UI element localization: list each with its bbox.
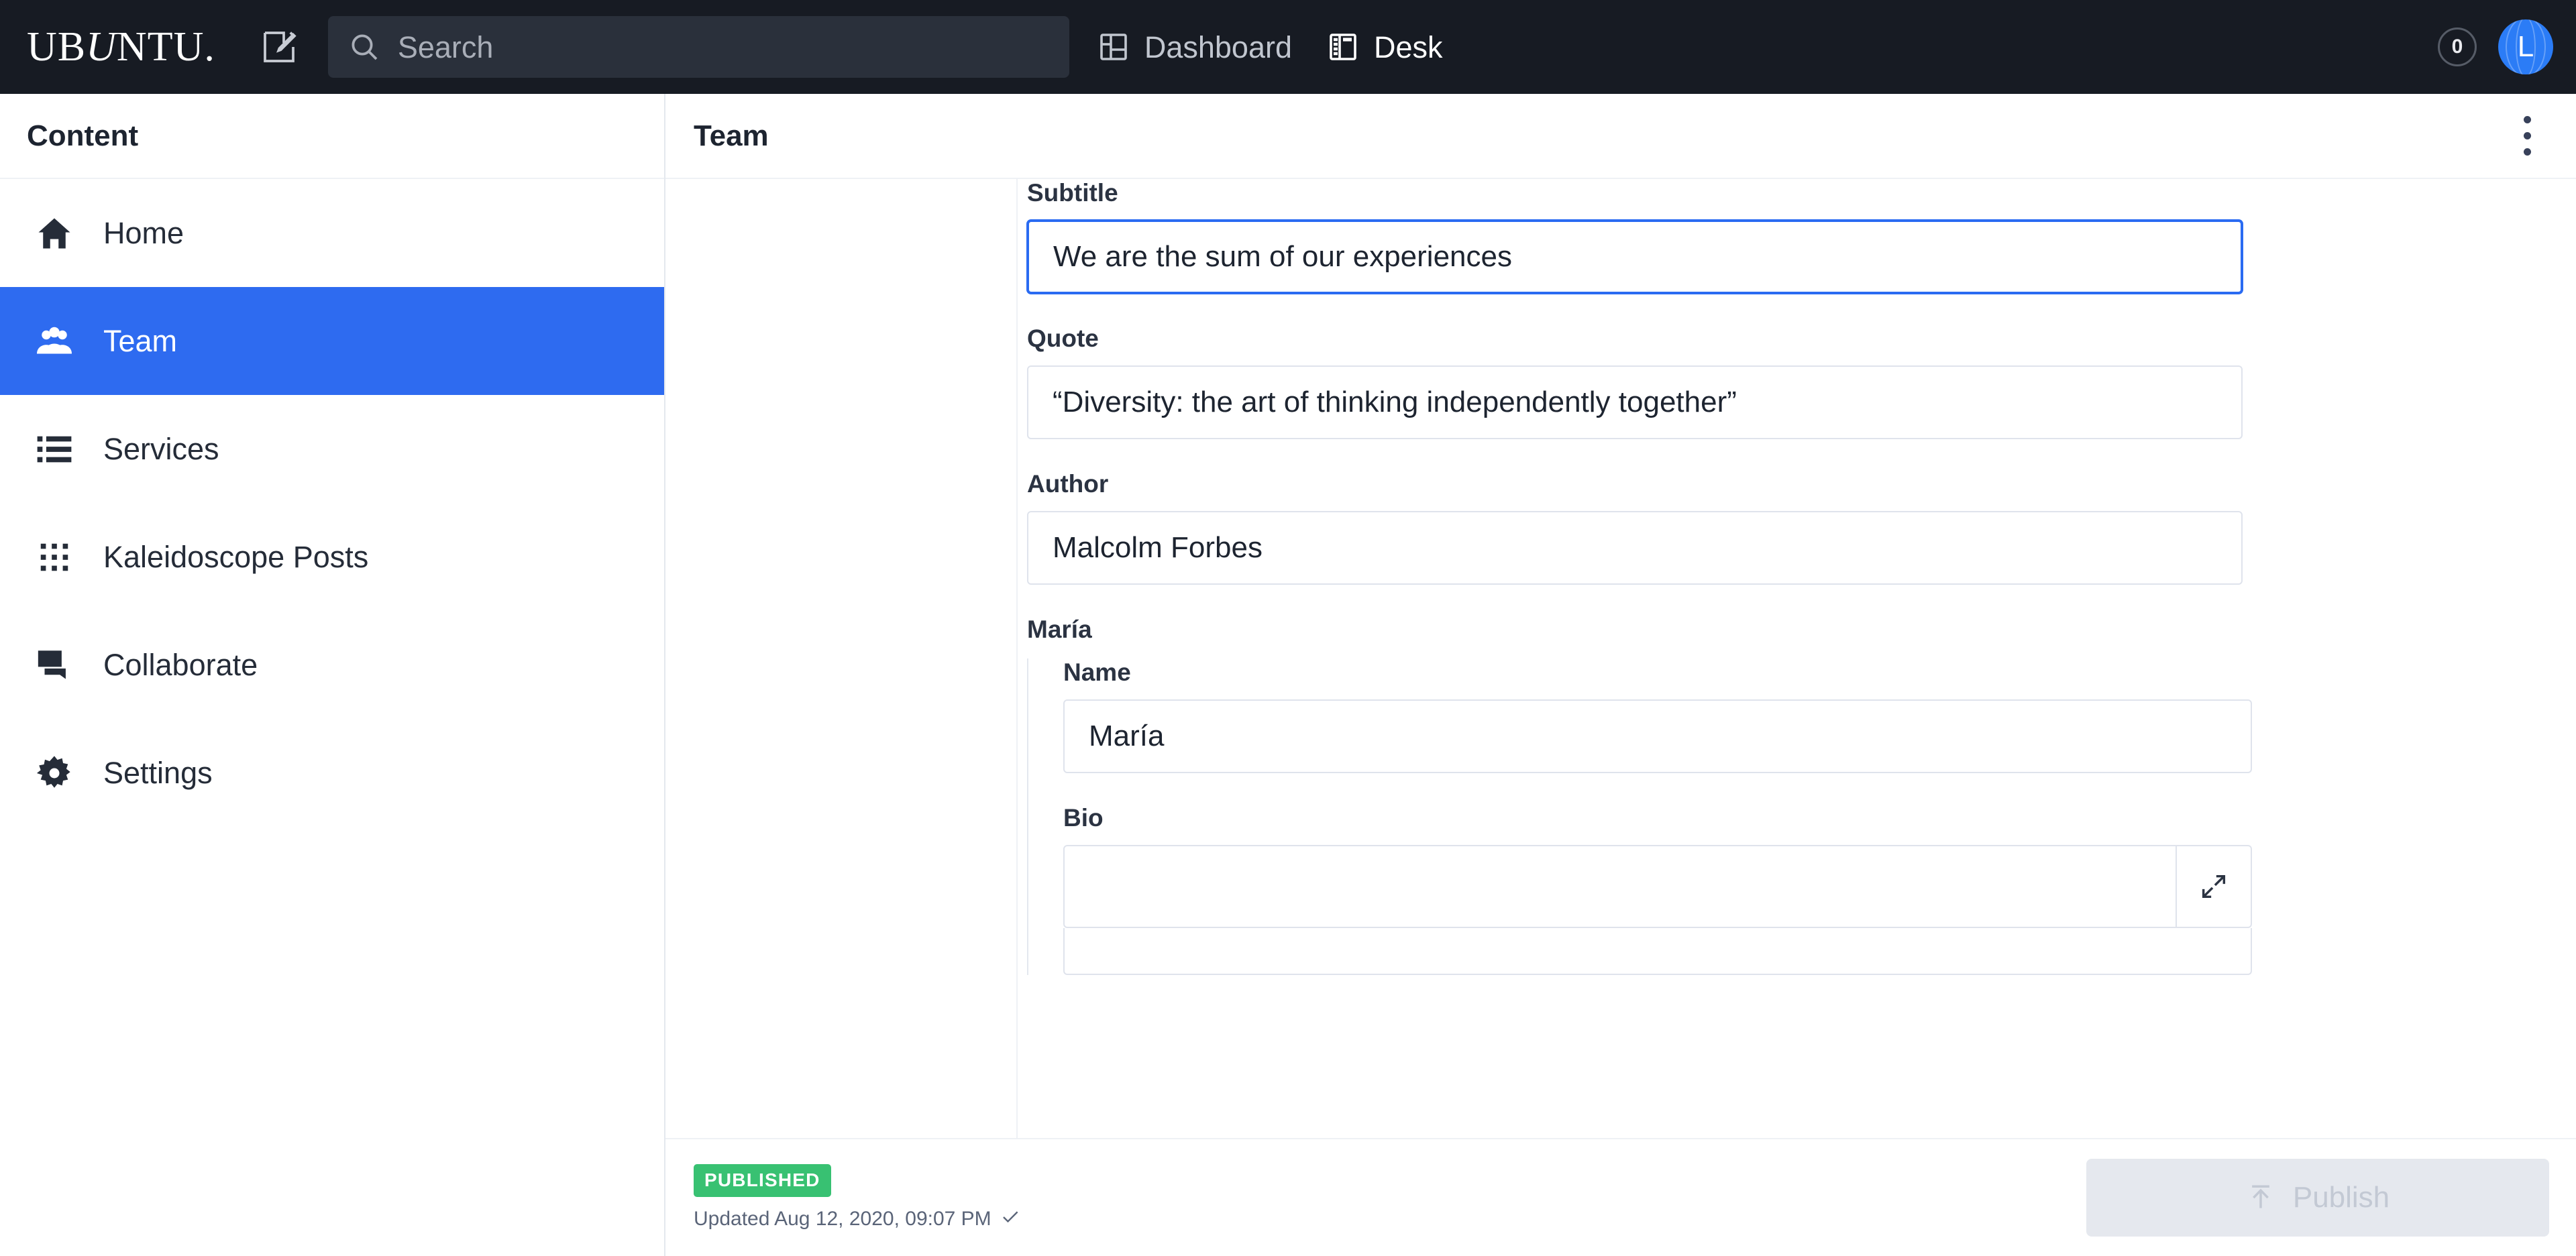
nav-desk-label: Desk	[1374, 30, 1443, 64]
sidebar-item-collaborate[interactable]: Collaborate	[0, 611, 664, 719]
sidebar-item-team-label: Team	[103, 323, 178, 358]
publish-button-label: Publish	[2292, 1181, 2390, 1214]
search-icon	[348, 31, 380, 63]
status-updated[interactable]: Updated Aug 12, 2020, 09:07 PM	[694, 1206, 1020, 1232]
grid-dots-icon	[32, 535, 76, 579]
notification-badge[interactable]: 0	[2438, 27, 2477, 66]
field-name-input[interactable]: María	[1063, 699, 2252, 773]
group-maria: Name María Bio	[1027, 659, 2576, 975]
field-quote-input[interactable]: “Diversity: the art of thinking independ…	[1027, 365, 2243, 439]
list-bullets-icon	[32, 427, 76, 471]
field-author-input[interactable]: Malcolm Forbes	[1027, 511, 2243, 585]
document-scroll-area[interactable]: Subtitle We are the sum of our experienc…	[665, 179, 2576, 1147]
nav-dashboard[interactable]: Dashboard	[1097, 31, 1292, 63]
field-author: Author Malcolm Forbes	[1027, 470, 2576, 585]
logo-text-main: UB	[27, 23, 87, 70]
gear-icon	[32, 751, 76, 795]
check-icon	[1000, 1206, 1020, 1232]
nav-dashboard-label: Dashboard	[1144, 30, 1292, 64]
avatar-initial: L	[2517, 30, 2534, 63]
compose-pencil-glyph	[263, 32, 297, 62]
field-gap	[1054, 773, 2576, 804]
notification-count: 0	[2451, 36, 2463, 58]
field-quote-label: Quote	[1027, 325, 1099, 352]
content-panel: Team Subtitle We are the sum of our expe…	[665, 94, 2576, 1256]
group-maria-label: María	[1027, 616, 1092, 643]
sidebar-item-services[interactable]: Services	[0, 395, 664, 503]
search-placeholder: Search	[397, 30, 494, 64]
panel-header: Team	[665, 94, 2576, 179]
top-nav: Dashboard Desk	[1097, 31, 1478, 63]
field-gap	[1018, 585, 2576, 616]
sidebar-item-team[interactable]: Team	[0, 287, 664, 395]
field-bio-editor[interactable]	[1063, 845, 2252, 928]
expand-diagonal-icon[interactable]	[2176, 846, 2251, 927]
sidebar-item-settings[interactable]: Settings	[0, 719, 664, 827]
dashboard-grid-icon	[1097, 31, 1130, 63]
publish-button[interactable]: Publish	[2086, 1159, 2549, 1237]
top-bar-right: 0 L	[2438, 0, 2553, 94]
field-name: Name María	[1063, 659, 2576, 773]
sidebar-item-services-label: Services	[103, 431, 219, 466]
status-updated-text: Updated Aug 12, 2020, 09:07 PM	[694, 1207, 991, 1230]
document-left-gutter	[665, 179, 1018, 1147]
field-subtitle-input[interactable]: We are the sum of our experiences	[1027, 220, 2243, 294]
field-gap	[1018, 294, 2576, 325]
field-quote: Quote “Diversity: the art of thinking in…	[1027, 325, 2576, 439]
kebab-dot	[2523, 116, 2531, 123]
nav-desk[interactable]: Desk	[1327, 31, 1443, 63]
home-icon	[32, 211, 76, 255]
upload-arrow-icon	[2246, 1182, 2275, 1214]
people-group-icon	[32, 319, 76, 363]
page-title: Team	[694, 119, 769, 152]
desk-panel-icon	[1327, 31, 1359, 63]
compose-pencil-icon[interactable]	[256, 23, 303, 70]
field-bio-textarea[interactable]	[1065, 846, 2176, 927]
sidebar-header: Content	[0, 94, 664, 179]
status-bar-left: PUBLISHED Updated Aug 12, 2020, 09:07 PM	[694, 1163, 1020, 1232]
more-vertical-icon[interactable]	[2505, 109, 2549, 163]
status-bar: PUBLISHED Updated Aug 12, 2020, 09:07 PM…	[665, 1138, 2576, 1256]
sidebar-header-title: Content	[27, 119, 139, 152]
field-bio: Bio	[1063, 804, 2576, 975]
sidebar: Content Home Team Services Kaleidoscope …	[0, 94, 665, 1256]
expand-diagonal-glyph	[2202, 874, 2226, 899]
field-bio-toolbar-row[interactable]	[1063, 928, 2252, 975]
document-form: Subtitle We are the sum of our experienc…	[1018, 179, 2576, 1147]
sidebar-item-collaborate-label: Collaborate	[103, 647, 258, 682]
chat-bubble-icon	[32, 643, 76, 687]
field-bio-label: Bio	[1063, 804, 1104, 832]
sidebar-item-home-label: Home	[103, 215, 184, 250]
field-subtitle: Subtitle We are the sum of our experienc…	[1027, 179, 2576, 294]
search-input[interactable]: Search	[327, 16, 1069, 78]
top-bar: UB U NTU. Search Dashboard Desk 0 L	[0, 0, 2576, 94]
status-badge: PUBLISHED	[694, 1163, 831, 1197]
sidebar-item-settings-label: Settings	[103, 755, 213, 790]
field-subtitle-label: Subtitle	[1027, 179, 1118, 207]
kebab-dot	[2523, 132, 2531, 139]
field-author-label: Author	[1027, 470, 1109, 498]
field-name-label: Name	[1063, 659, 1131, 686]
logo-text-slant: U	[86, 23, 117, 70]
field-gap	[1018, 439, 2576, 470]
avatar[interactable]: L	[2498, 19, 2553, 74]
app-logo[interactable]: UB U NTU.	[27, 23, 215, 71]
sidebar-item-home[interactable]: Home	[0, 179, 664, 287]
sidebar-item-kaleidoscope-posts-label: Kaleidoscope Posts	[103, 539, 369, 574]
sidebar-item-kaleidoscope-posts[interactable]: Kaleidoscope Posts	[0, 503, 664, 611]
logo-text-tail: NTU.	[116, 23, 215, 70]
kebab-dot	[2523, 148, 2531, 156]
